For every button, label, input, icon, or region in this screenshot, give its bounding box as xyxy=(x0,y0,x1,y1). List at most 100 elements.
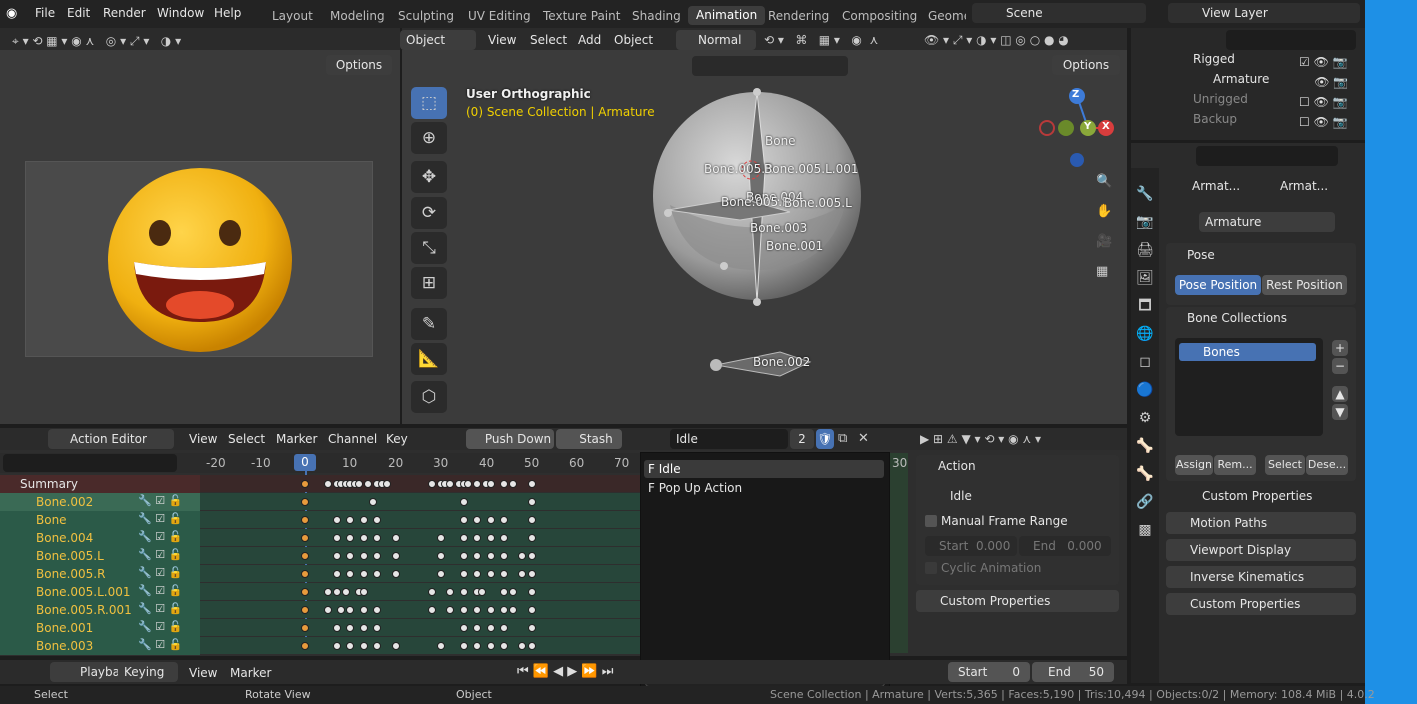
keyframe-point[interactable] xyxy=(436,534,445,542)
keyframe-point[interactable] xyxy=(500,516,509,524)
scene-start-field[interactable]: Start 0 xyxy=(948,662,1030,682)
keyframe-point[interactable] xyxy=(518,570,527,578)
action-name-field[interactable]: Idle xyxy=(670,429,788,449)
keyframe-point[interactable] xyxy=(359,606,368,614)
manual-frame-range-checkbox[interactable] xyxy=(925,515,937,527)
keyframe-point[interactable] xyxy=(486,534,495,542)
preview-header-icons[interactable]: ⌖ ▾ ⟲ ▦ ▾ ◉ ⋏ ◎ ▾ ⤢ ▾ ◑ ▾ xyxy=(12,34,181,49)
keyframe-point[interactable] xyxy=(332,624,341,632)
keyframe-point[interactable] xyxy=(382,480,391,488)
armature-name-field[interactable]: Armature xyxy=(1199,212,1335,232)
viewport-menu-add[interactable]: Add xyxy=(578,33,601,47)
keyframe-point[interactable] xyxy=(473,642,482,650)
keyframe-point[interactable] xyxy=(518,552,527,560)
viewport-search[interactable] xyxy=(692,56,848,76)
keyframe-point[interactable] xyxy=(500,588,509,596)
tab-compositing[interactable]: Compositing xyxy=(842,9,917,23)
ae-header-icons[interactable]: ▶ ⊞ ⚠ ▼ ▾ ⟲ ▾ ◉ ⋏ ▾ xyxy=(920,432,1041,446)
scene-end-field[interactable]: End 50 xyxy=(1032,662,1114,682)
keyframe-row[interactable] xyxy=(200,529,640,546)
channel-toggles[interactable]: 🔧 ☑ 🔓 xyxy=(138,548,182,561)
keyframe-row[interactable] xyxy=(200,565,640,582)
keyframe-point[interactable] xyxy=(373,570,382,578)
annotate-tool[interactable]: ✎ xyxy=(411,308,447,340)
keyframe-point[interactable] xyxy=(459,624,468,632)
outliner-item-backup[interactable]: Backup xyxy=(1193,112,1237,126)
keyframe-point[interactable] xyxy=(459,552,468,560)
channel-toggles[interactable]: 🔧 ☑ 🔓 xyxy=(138,566,182,579)
keyframe-point[interactable] xyxy=(346,516,355,524)
snap-icons[interactable]: ⟲ ▾ ⌘ ▦ ▾ ◉ ⋏ xyxy=(764,33,878,47)
keyframe-point[interactable] xyxy=(346,642,355,650)
keyframe-point[interactable] xyxy=(427,480,436,488)
keyframe-point[interactable] xyxy=(332,534,341,542)
keyframe-point[interactable] xyxy=(486,516,495,524)
push-down-button[interactable]: Push Down xyxy=(466,429,554,449)
properties-search[interactable] xyxy=(1196,146,1338,166)
keyframe-point[interactable] xyxy=(364,480,373,488)
rest-position-button[interactable]: Rest Position xyxy=(1262,275,1347,295)
keyframe-point[interactable] xyxy=(500,624,509,632)
keyframe-point[interactable] xyxy=(500,606,509,614)
keyframe-point[interactable] xyxy=(509,588,518,596)
viewport-options-button[interactable]: Options xyxy=(1052,55,1120,75)
cyclic-checkbox[interactable] xyxy=(925,562,937,574)
keyframe-point[interactable] xyxy=(459,606,468,614)
keyframe-point[interactable] xyxy=(346,570,355,578)
deselect-button[interactable]: Dese... xyxy=(1306,455,1348,475)
keyframe-point[interactable] xyxy=(459,498,468,506)
action-custom-properties[interactable]: Custom Properties xyxy=(916,590,1119,612)
tab-layout[interactable]: Layout xyxy=(272,9,313,23)
keyframe-point[interactable] xyxy=(355,480,364,488)
keyframe-point[interactable] xyxy=(359,534,368,542)
custom-properties-panel[interactable]: Custom Properties xyxy=(1166,593,1356,615)
action-users-count[interactable]: 2 xyxy=(790,429,814,449)
keyframe-point[interactable] xyxy=(527,624,536,632)
outliner-item-rigged[interactable]: Rigged xyxy=(1193,52,1235,66)
keyframe-point[interactable] xyxy=(332,516,341,524)
keyframe-point[interactable] xyxy=(332,552,341,560)
select-box-tool[interactable]: ⬚ xyxy=(411,87,447,119)
remove-button[interactable]: Rem... xyxy=(1214,455,1256,475)
keyframe-point[interactable] xyxy=(500,534,509,542)
outliner-item-armature[interactable]: Armature xyxy=(1213,72,1269,86)
ortho-grid-icon[interactable]: ▦ xyxy=(1096,262,1108,282)
keyframe-point[interactable] xyxy=(486,624,495,632)
keyframe-point[interactable] xyxy=(518,642,527,650)
keyframe-point[interactable] xyxy=(527,570,536,578)
move-down-button[interactable]: ▼ xyxy=(1332,404,1348,420)
keyframe-point[interactable] xyxy=(486,480,495,488)
keyframe-point[interactable] xyxy=(473,624,482,632)
keyframe-point[interactable] xyxy=(509,606,518,614)
keying-dropdown[interactable]: Keying xyxy=(118,662,178,682)
tab-sculpting[interactable]: Sculpting xyxy=(398,9,454,23)
keyframe-point[interactable] xyxy=(473,534,482,542)
channel-toggles[interactable]: 🔧 ☑ 🔓 xyxy=(138,530,182,543)
keyframe-point[interactable] xyxy=(473,480,482,488)
move-tool[interactable]: ✥ xyxy=(411,161,447,193)
menu-window[interactable]: Window xyxy=(157,6,204,20)
keyframe-point[interactable] xyxy=(459,588,468,596)
keyframe-row[interactable] xyxy=(200,547,640,564)
keyframe-point[interactable] xyxy=(509,480,518,488)
keyframe-point[interactable] xyxy=(301,606,309,614)
keyframe-point[interactable] xyxy=(332,588,341,596)
keyframe-point[interactable] xyxy=(459,642,468,650)
scene-selector[interactable]: Scene xyxy=(972,3,1146,23)
keyframe-point[interactable] xyxy=(427,606,436,614)
keyframe-point[interactable] xyxy=(368,498,377,506)
ae-menu-channel[interactable]: Channel xyxy=(328,432,377,446)
keyframe-point[interactable] xyxy=(346,624,355,632)
properties-tab-icons[interactable]: 🔧 📷 🖨 🖼 🗖 🌐 ◻ 🔵 ⚙ 🦴 🦴 🔗 ▩ xyxy=(1136,180,1154,544)
keyframe-point[interactable] xyxy=(301,570,309,578)
keyframe-point[interactable] xyxy=(436,642,445,650)
mode-dropdown[interactable]: Object Mode xyxy=(400,30,476,50)
keyframe-point[interactable] xyxy=(527,588,536,596)
move-up-button[interactable]: ▲ xyxy=(1332,386,1348,402)
motion-paths-panel[interactable]: Motion Paths xyxy=(1166,512,1356,534)
keyframe-point[interactable] xyxy=(436,552,445,560)
keyframe-row[interactable] xyxy=(200,511,640,528)
inverse-kinematics-panel[interactable]: Inverse Kinematics xyxy=(1166,566,1356,588)
keyframe-point[interactable] xyxy=(445,606,454,614)
outliner-visibility-toggles[interactable]: ☑ 👁 📷 👁 📷 ☐ 👁 📷 ☐ 👁 📷 xyxy=(1299,52,1348,132)
